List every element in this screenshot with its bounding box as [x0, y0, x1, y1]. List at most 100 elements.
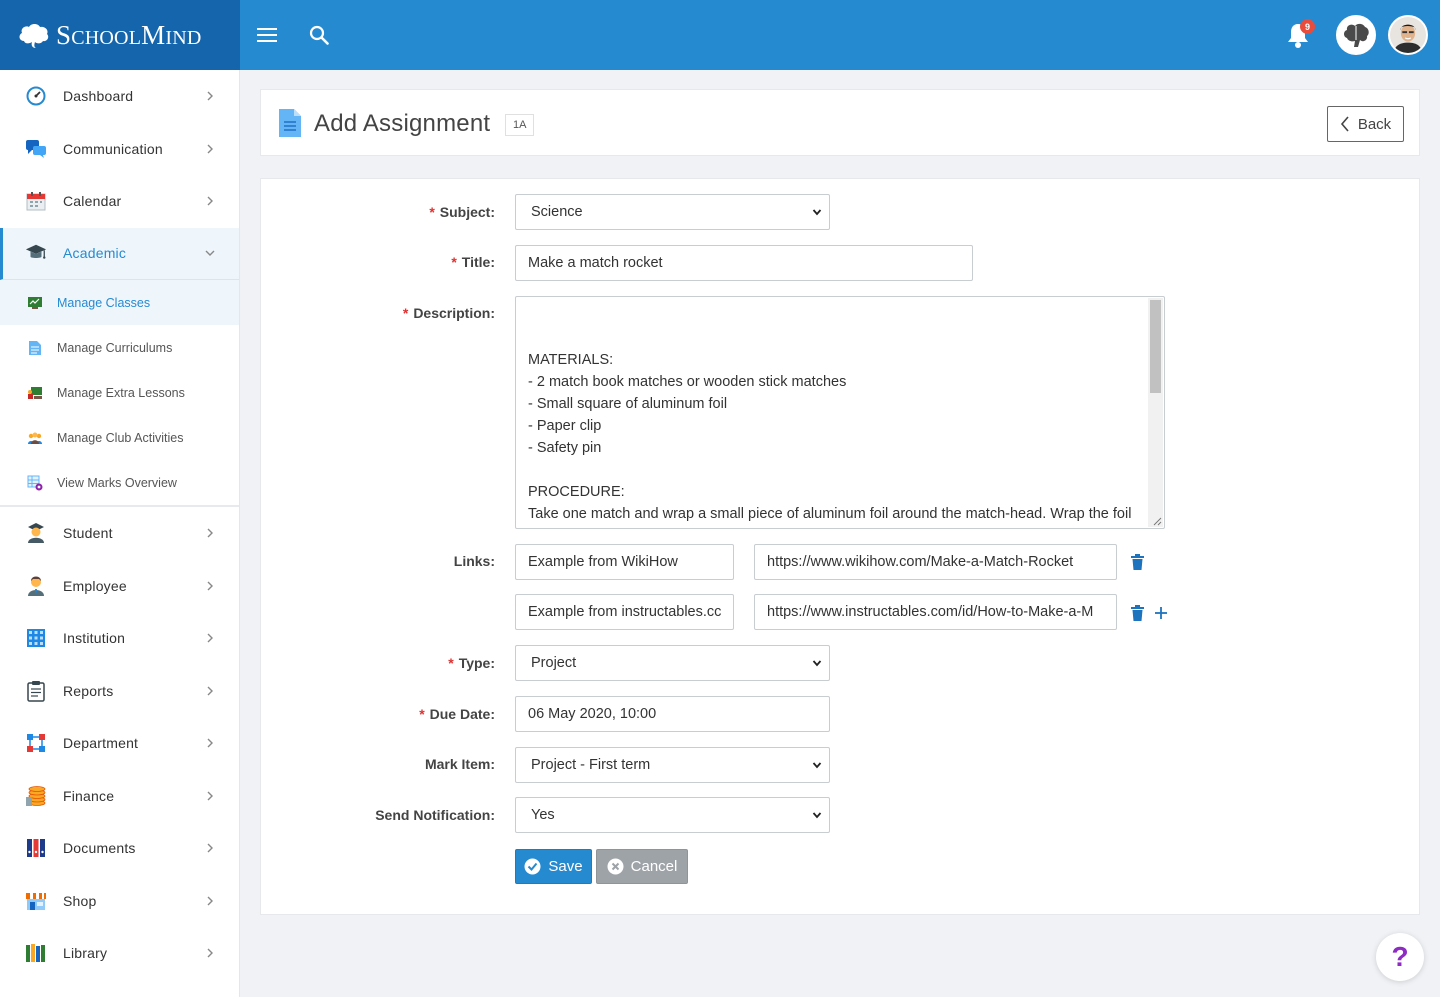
sidebar-item-label: Department — [63, 735, 139, 752]
add-link-button[interactable] — [1152, 603, 1170, 623]
books-icon — [25, 942, 47, 964]
hamburger-icon — [257, 28, 277, 42]
class-tag: 1A — [505, 114, 535, 136]
org-chart-icon — [25, 732, 47, 754]
document-icon — [279, 109, 301, 137]
sidebar-item-shop[interactable]: Shop — [0, 875, 239, 928]
school-brain-icon — [1344, 23, 1369, 47]
calendar-icon — [25, 190, 47, 212]
required-marker: * — [402, 305, 409, 321]
sidebar-subitem-manage-curriculums[interactable]: Manage Curriculums — [0, 325, 239, 370]
title-input[interactable]: Make a match rocket — [515, 245, 973, 281]
save-button-label: Save — [548, 858, 583, 875]
save-button[interactable]: Save — [515, 849, 592, 884]
sidebar-item-label: Calendar — [63, 193, 122, 210]
page-title: Add Assignment — [314, 110, 491, 137]
required-marker: * — [448, 655, 454, 671]
chevron-right-icon — [207, 144, 213, 154]
sidebar-item-label: Student — [63, 525, 113, 542]
back-button-label: Back — [1357, 115, 1392, 133]
link-url-input[interactable]: https://www.wikihow.com/Make-a-Match-Roc… — [754, 544, 1117, 580]
sidebar-subitem-label: Manage Club Activities — [57, 430, 184, 445]
scrollbar-thumb[interactable] — [1150, 300, 1161, 393]
type-select[interactable]: Project — [515, 645, 830, 681]
title-label: * Title: — [451, 254, 495, 270]
subject-select[interactable]: Science — [515, 194, 830, 230]
sidebar-subitem-label: Manage Classes — [57, 295, 151, 310]
sidebar-subitem-label: Manage Extra Lessons — [57, 385, 185, 400]
chevron-right-icon — [207, 738, 213, 748]
sidebar-item-label: Dashboard — [63, 88, 134, 105]
chevron-left-icon — [1340, 116, 1349, 132]
mark-item-select[interactable]: Project - First term — [515, 747, 830, 783]
chevron-down-icon — [812, 762, 822, 769]
sidebar-item-library[interactable]: Library — [0, 927, 239, 980]
trash-icon — [1130, 605, 1144, 621]
sidebar-item-department[interactable]: Department — [0, 717, 239, 770]
type-label: * Type: — [448, 655, 495, 671]
sidebar-item-dashboard[interactable]: Dashboard — [0, 70, 239, 123]
sidebar-item-label: Library — [63, 945, 108, 962]
description-text: MATERIALS: - 2 match book matches or woo… — [528, 352, 1132, 522]
user-avatar[interactable] — [1388, 15, 1428, 55]
chevron-right-icon — [207, 633, 213, 643]
help-button[interactable]: ? — [1376, 933, 1424, 981]
group-people-icon — [27, 430, 43, 446]
delete-link-button[interactable] — [1128, 603, 1146, 623]
sidebar-item-academic[interactable]: Academic — [0, 227, 239, 280]
sidebar-item-label: Institution — [63, 630, 126, 647]
due-date-input[interactable]: 06 May 2020, 10:00 — [515, 696, 830, 732]
description-textarea[interactable]: MATERIALS: - 2 match book matches or woo… — [515, 296, 1165, 529]
sidebar-item-calendar[interactable]: Calendar — [0, 175, 239, 228]
chevron-down-icon — [812, 209, 822, 216]
sidebar-subitem-manage-extra-lessons[interactable]: Manage Extra Lessons — [0, 370, 239, 415]
search-button[interactable] — [306, 22, 332, 48]
menu-toggle-button[interactable] — [254, 22, 280, 48]
notifications-button[interactable]: 9 — [1284, 19, 1315, 49]
link-url-input[interactable]: https://www.instructables.com/id/How-to-… — [754, 594, 1117, 630]
sidebar-item-student[interactable]: Student — [0, 507, 239, 560]
chevron-right-icon — [207, 896, 213, 906]
dashboard-gauge-icon — [25, 85, 47, 107]
sidebar-item-finance[interactable]: Finance — [0, 770, 239, 823]
back-button[interactable]: Back — [1327, 106, 1404, 142]
delete-link-button[interactable] — [1128, 552, 1146, 572]
sidebar-subitem-manage-classes[interactable]: Manage Classes — [0, 280, 239, 325]
notification-count-badge: 9 — [1300, 19, 1315, 34]
chat-bubbles-icon — [25, 138, 47, 160]
chevron-down-icon — [812, 812, 822, 819]
brand-logo[interactable]: SCHOOLMIND — [0, 0, 240, 70]
cancel-button[interactable]: Cancel — [596, 849, 688, 884]
description-scrollbar[interactable] — [1148, 298, 1163, 527]
sidebar-item-reports[interactable]: Reports — [0, 665, 239, 718]
chevron-down-icon — [205, 250, 215, 257]
page-header: Add Assignment 1A Back — [260, 89, 1420, 156]
document-list-icon — [27, 340, 43, 356]
link-name-input[interactable]: Example from WikiHow — [515, 544, 734, 580]
subject-label: * Subject: — [429, 204, 495, 220]
sidebar-item-communication[interactable]: Communication — [0, 123, 239, 176]
check-circle-icon — [524, 858, 541, 875]
close-circle-icon — [607, 858, 624, 875]
chevron-right-icon — [207, 791, 213, 801]
resize-grip-icon[interactable] — [1152, 516, 1162, 526]
sidebar-item-label: Communication — [63, 140, 163, 157]
sidebar-subitem-view-marks-overview[interactable]: View Marks Overview — [0, 460, 239, 505]
school-avatar[interactable] — [1336, 15, 1376, 55]
sidebar-item-institution[interactable]: Institution — [0, 612, 239, 665]
graduation-cap-icon — [25, 242, 47, 264]
mark-item-label: Mark Item: — [424, 756, 495, 772]
chevron-right-icon — [207, 843, 213, 853]
building-icon — [25, 627, 47, 649]
link-name-input[interactable]: Example from instructables.cc — [515, 594, 734, 630]
chevron-right-icon — [207, 948, 213, 958]
chevron-right-icon — [207, 91, 213, 101]
sidebar-subitem-manage-club-activities[interactable]: Manage Club Activities — [0, 415, 239, 460]
sidebar-item-employee[interactable]: Employee — [0, 560, 239, 613]
required-marker: * — [419, 706, 425, 722]
chevron-right-icon — [207, 581, 213, 591]
sidebar-item-documents[interactable]: Documents — [0, 822, 239, 875]
trash-icon — [1130, 554, 1144, 570]
assignment-form: * Subject: Science * Title: Make a match r… — [260, 178, 1420, 915]
send-notification-select[interactable]: Yes — [515, 797, 830, 833]
